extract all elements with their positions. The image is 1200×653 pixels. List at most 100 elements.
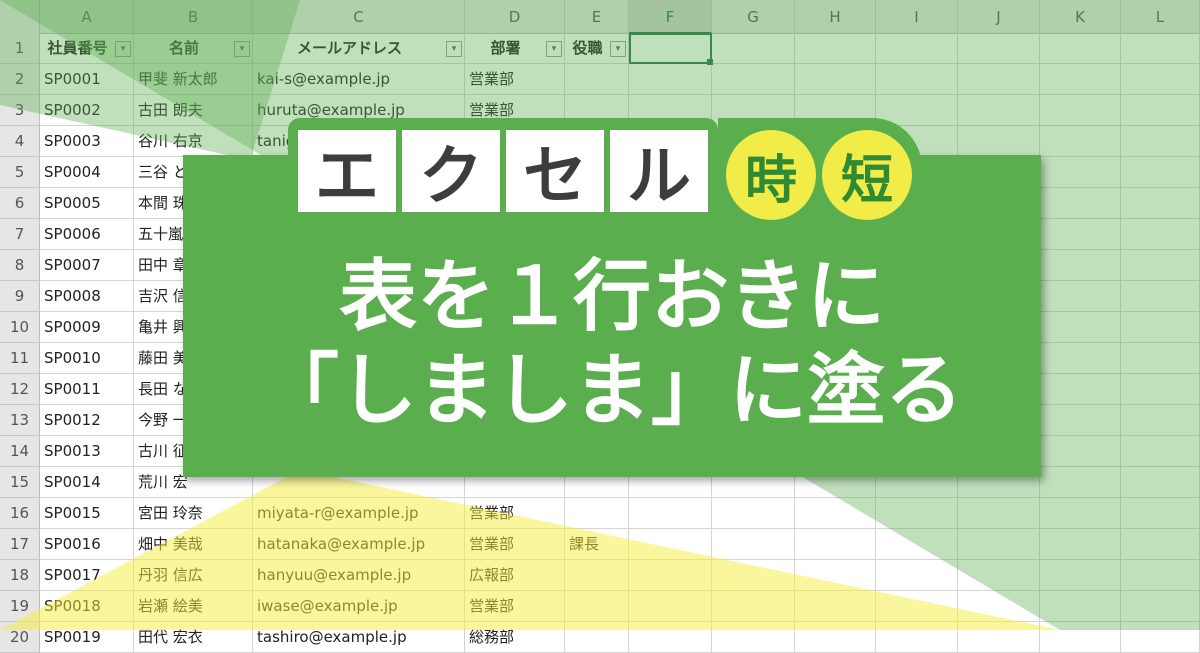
table-cell[interactable] xyxy=(565,560,629,591)
table-cell[interactable]: SP0012 xyxy=(40,405,134,436)
row-header[interactable]: 8 xyxy=(0,250,40,281)
table-cell[interactable] xyxy=(795,64,876,95)
table-cell[interactable] xyxy=(1121,281,1200,312)
table-cell[interactable] xyxy=(565,498,629,529)
table-cell[interactable] xyxy=(1121,95,1200,126)
table-cell[interactable]: hatanaka@example.jp xyxy=(253,529,465,560)
table-cell[interactable]: SP0005 xyxy=(40,188,134,219)
table-cell[interactable] xyxy=(958,591,1040,622)
table-cell[interactable]: SP0016 xyxy=(40,529,134,560)
table-cell[interactable] xyxy=(1121,560,1200,591)
table-cell[interactable] xyxy=(1121,498,1200,529)
table-cell[interactable] xyxy=(876,33,958,64)
table-cell[interactable]: SP0015 xyxy=(40,498,134,529)
table-cell[interactable]: tashiro@example.jp xyxy=(253,622,465,653)
table-cell[interactable]: SP0002 xyxy=(40,95,134,126)
table-cell[interactable]: SP0007 xyxy=(40,250,134,281)
row-header[interactable]: 6 xyxy=(0,188,40,219)
filter-dropdown-icon[interactable]: ▾ xyxy=(610,41,626,57)
table-cell[interactable] xyxy=(876,529,958,560)
table-cell[interactable]: 広報部 xyxy=(465,560,565,591)
table-cell[interactable] xyxy=(629,560,712,591)
table-cell[interactable] xyxy=(795,498,876,529)
table-cell[interactable]: 古田 朗夫 xyxy=(134,95,253,126)
table-cell[interactable]: SP0004 xyxy=(40,157,134,188)
table-cell[interactable] xyxy=(1040,343,1121,374)
table-cell[interactable] xyxy=(876,622,958,653)
table-cell[interactable]: 田代 宏衣 xyxy=(134,622,253,653)
table-cell[interactable]: 課長 xyxy=(565,529,629,560)
table-cell[interactable] xyxy=(958,95,1040,126)
table-cell[interactable] xyxy=(1040,529,1121,560)
table-cell[interactable] xyxy=(958,498,1040,529)
table-cell[interactable] xyxy=(958,64,1040,95)
table-cell[interactable] xyxy=(1040,591,1121,622)
table-cell[interactable]: SP0008 xyxy=(40,281,134,312)
column-header-d[interactable]: D xyxy=(465,0,565,34)
table-cell[interactable] xyxy=(1121,219,1200,250)
row-header[interactable]: 13 xyxy=(0,405,40,436)
table-cell[interactable] xyxy=(1040,64,1121,95)
column-header-f[interactable]: F xyxy=(629,0,712,34)
table-cell[interactable] xyxy=(712,560,795,591)
table-cell[interactable]: 甲斐 新太郎 xyxy=(134,64,253,95)
table-cell[interactable] xyxy=(1121,591,1200,622)
table-cell[interactable]: SP0018 xyxy=(40,591,134,622)
table-cell[interactable] xyxy=(1040,250,1121,281)
filter-dropdown-icon[interactable]: ▾ xyxy=(546,41,562,57)
table-cell[interactable] xyxy=(1040,622,1121,653)
row-header[interactable]: 2 xyxy=(0,64,40,95)
table-cell[interactable] xyxy=(1121,33,1200,64)
table-cell[interactable] xyxy=(1040,281,1121,312)
table-cell[interactable] xyxy=(1040,95,1121,126)
table-cell[interactable]: SP0011 xyxy=(40,374,134,405)
column-header-i[interactable]: I xyxy=(876,0,958,34)
table-cell[interactable] xyxy=(712,498,795,529)
column-header-k[interactable]: K xyxy=(1040,0,1121,34)
row-header[interactable]: 5 xyxy=(0,157,40,188)
filter-dropdown-icon[interactable]: ▾ xyxy=(234,41,250,57)
table-cell[interactable] xyxy=(1121,312,1200,343)
table-cell[interactable] xyxy=(1121,374,1200,405)
row-header[interactable]: 18 xyxy=(0,560,40,591)
table-cell[interactable] xyxy=(1121,622,1200,653)
row-header[interactable]: 10 xyxy=(0,312,40,343)
column-header-j[interactable]: J xyxy=(958,0,1040,34)
table-cell[interactable]: 谷川 右京 xyxy=(134,126,253,157)
table-cell[interactable] xyxy=(958,529,1040,560)
table-cell[interactable]: 畑中 美哉 xyxy=(134,529,253,560)
table-cell[interactable] xyxy=(1121,405,1200,436)
table-cell[interactable] xyxy=(795,591,876,622)
filter-dropdown-icon[interactable]: ▾ xyxy=(446,41,462,57)
table-cell[interactable] xyxy=(1121,157,1200,188)
row-header[interactable]: 16 xyxy=(0,498,40,529)
table-cell[interactable] xyxy=(712,529,795,560)
table-cell[interactable] xyxy=(795,529,876,560)
table-cell[interactable]: hanyuu@example.jp xyxy=(253,560,465,591)
table-cell[interactable] xyxy=(876,591,958,622)
table-cell[interactable] xyxy=(629,64,712,95)
column-header-c[interactable]: C xyxy=(253,0,465,34)
table-cell[interactable] xyxy=(565,622,629,653)
row-header[interactable]: 14 xyxy=(0,436,40,467)
table-cell[interactable] xyxy=(1040,219,1121,250)
table-cell[interactable]: iwase@example.jp xyxy=(253,591,465,622)
row-header[interactable]: 17 xyxy=(0,529,40,560)
table-cell[interactable] xyxy=(629,591,712,622)
row-header[interactable]: 19 xyxy=(0,591,40,622)
table-cell[interactable] xyxy=(1121,188,1200,219)
table-cell[interactable] xyxy=(1121,64,1200,95)
column-header-l[interactable]: L xyxy=(1121,0,1200,34)
table-cell[interactable] xyxy=(712,591,795,622)
table-cell[interactable]: SP0017 xyxy=(40,560,134,591)
table-cell[interactable] xyxy=(1121,250,1200,281)
table-cell[interactable] xyxy=(712,622,795,653)
table-cell[interactable]: 営業部 xyxy=(465,529,565,560)
table-cell[interactable]: SP0010 xyxy=(40,343,134,374)
row-header[interactable]: 7 xyxy=(0,219,40,250)
table-cell[interactable]: 営業部 xyxy=(465,591,565,622)
row-header[interactable]: 4 xyxy=(0,126,40,157)
column-header-a[interactable]: A xyxy=(40,0,134,34)
filter-dropdown-icon[interactable]: ▾ xyxy=(115,41,131,57)
table-cell[interactable]: 営業部 xyxy=(465,498,565,529)
